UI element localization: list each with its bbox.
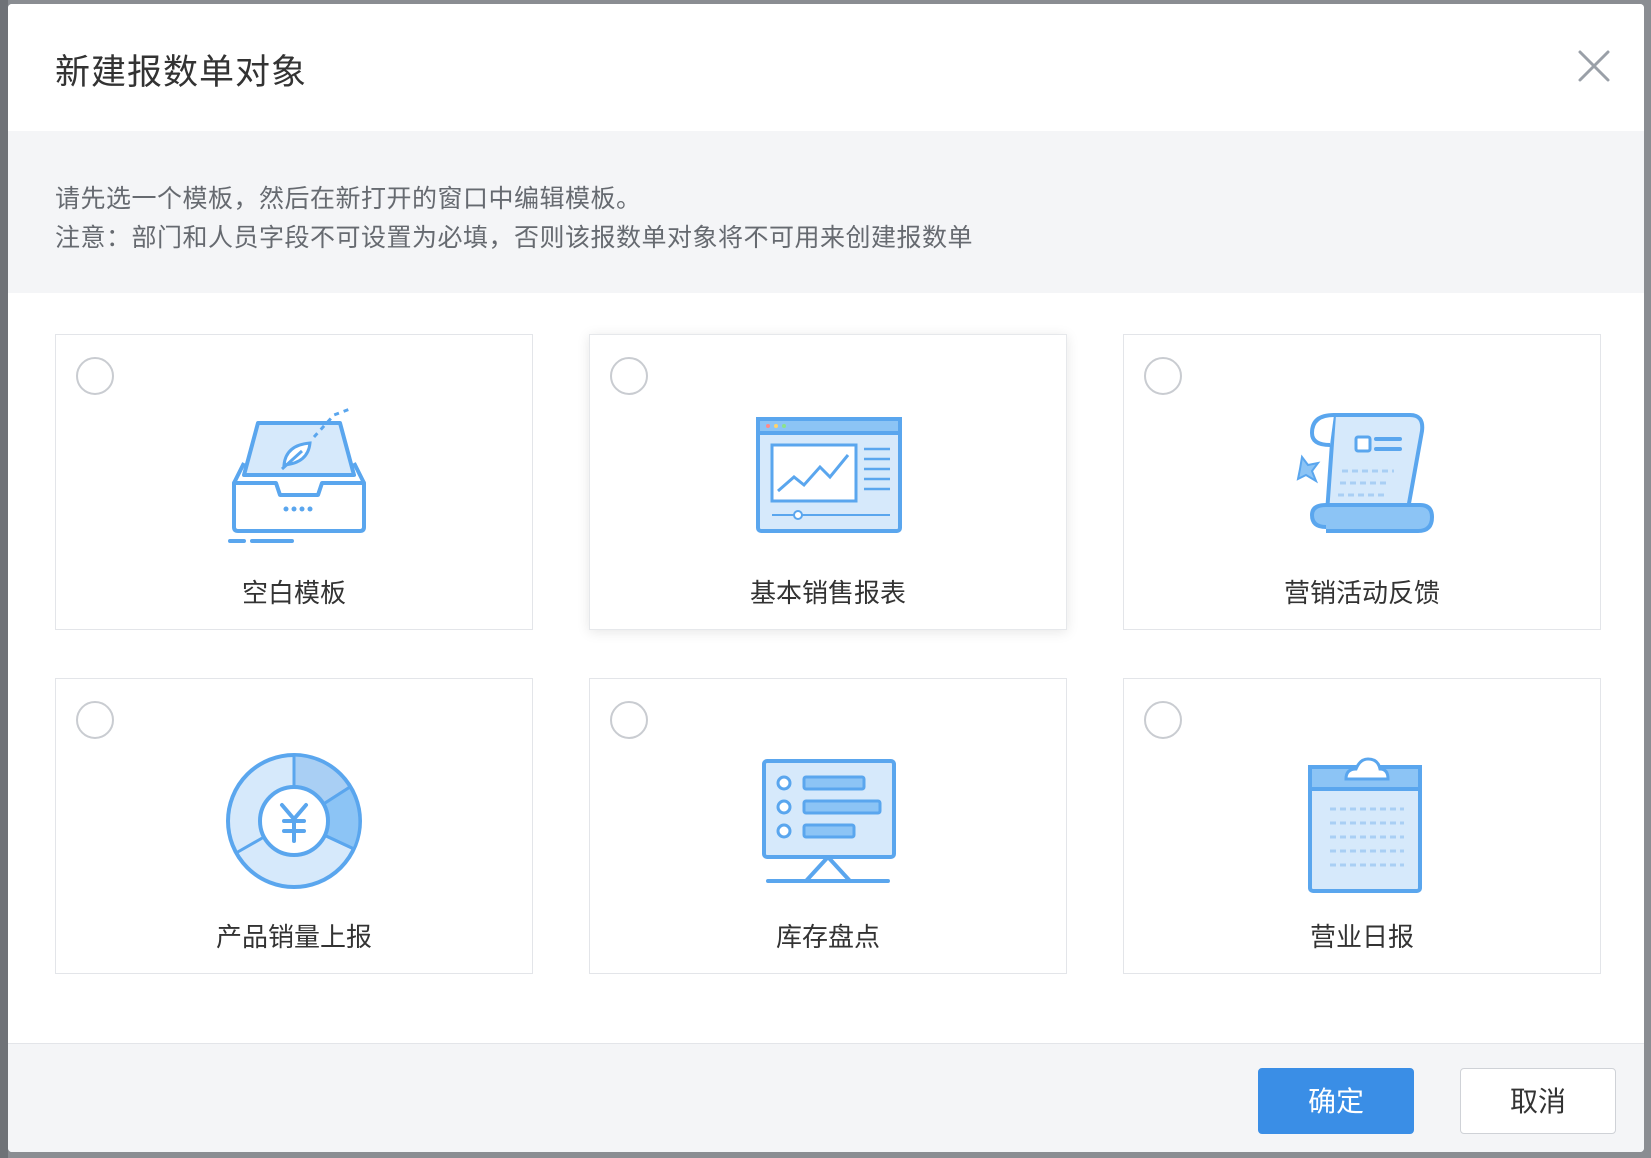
template-card-daily-report[interactable]: 营业日报 bbox=[1123, 678, 1601, 974]
template-radio[interactable] bbox=[610, 357, 648, 395]
template-radio[interactable] bbox=[1144, 701, 1182, 739]
yuan-donut-icon bbox=[226, 753, 362, 889]
page-backdrop bbox=[0, 0, 8, 1158]
blank-inbox-icon bbox=[228, 407, 366, 543]
close-icon bbox=[1578, 50, 1610, 82]
template-card-marketing-feedback[interactable]: 营销活动反馈 bbox=[1123, 334, 1601, 630]
notice-instruction: 请先选一个模板，然后在新打开的窗口中编辑模板。 bbox=[55, 184, 642, 213]
notice-panel: 请先选一个模板，然后在新打开的窗口中编辑模板。 注意：部门和人员字段不可设置为必… bbox=[8, 131, 1644, 293]
new-report-object-dialog: 新建报数单对象 请先选一个模板，然后在新打开的窗口中编辑模板。 注意：部门和人员… bbox=[8, 4, 1644, 1152]
notice-warning: 注意：部门和人员字段不可设置为必填，否则该报数单对象将不可用来创建报数单 bbox=[55, 223, 974, 252]
close-button[interactable] bbox=[1574, 46, 1614, 86]
template-label: 基本销售报表 bbox=[749, 579, 906, 609]
clipboard-icon bbox=[1308, 757, 1422, 893]
dialog-header: 新建报数单对象 bbox=[8, 4, 1644, 131]
scroll-icon bbox=[1296, 413, 1435, 533]
confirm-button[interactable]: 确定 bbox=[1258, 1068, 1414, 1134]
dialog-footer: 确定 取消 bbox=[8, 1043, 1644, 1152]
template-radio[interactable] bbox=[610, 701, 648, 739]
template-radio[interactable] bbox=[76, 357, 114, 395]
template-label: 营销活动反馈 bbox=[1283, 579, 1440, 609]
template-label: 库存盘点 bbox=[775, 923, 880, 953]
template-radio[interactable] bbox=[1144, 357, 1182, 395]
template-grid: 空白模板 基本销售报表 营销活动反馈 产品销量上报 库存盘点 营业日报 bbox=[55, 334, 1602, 1004]
presentation-board-icon bbox=[762, 759, 896, 883]
template-card-basic-sales[interactable]: 基本销售报表 bbox=[589, 334, 1067, 630]
template-card-inventory[interactable]: 库存盘点 bbox=[589, 678, 1067, 974]
template-radio[interactable] bbox=[76, 701, 114, 739]
template-label: 营业日报 bbox=[1309, 923, 1414, 953]
template-label: 产品销量上报 bbox=[215, 923, 372, 953]
sales-chart-icon bbox=[756, 417, 902, 533]
template-label: 空白模板 bbox=[241, 579, 346, 609]
template-card-blank[interactable]: 空白模板 bbox=[55, 334, 533, 630]
cancel-button[interactable]: 取消 bbox=[1460, 1068, 1616, 1134]
dialog-title: 新建报数单对象 bbox=[55, 53, 308, 93]
template-card-product-sales[interactable]: 产品销量上报 bbox=[55, 678, 533, 974]
